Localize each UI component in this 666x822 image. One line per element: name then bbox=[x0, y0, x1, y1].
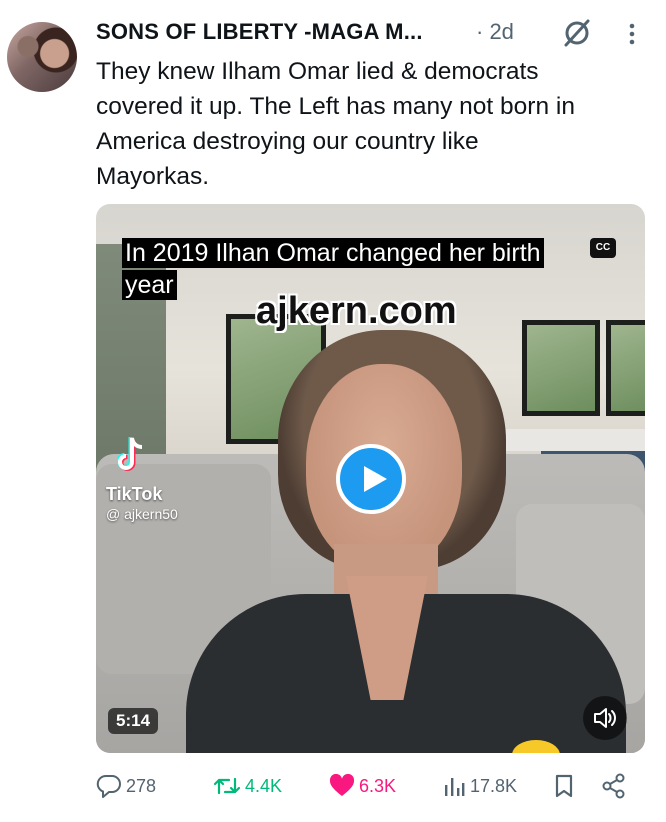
share-button[interactable] bbox=[601, 768, 627, 804]
more-icon[interactable] bbox=[621, 21, 643, 47]
scene-window bbox=[606, 320, 645, 416]
repost-icon bbox=[213, 777, 241, 795]
timestamp[interactable]: · 2d bbox=[476, 19, 514, 45]
mute-button[interactable] bbox=[583, 696, 627, 740]
reply-button[interactable]: 278 bbox=[96, 768, 156, 804]
reply-count: 278 bbox=[126, 775, 157, 796]
video-caption: In 2019 Ilhan Omar changed her birth bbox=[122, 238, 544, 268]
like-count: 6.3K bbox=[359, 775, 397, 796]
video-caption: year bbox=[122, 270, 177, 300]
views-count: 17.8K bbox=[470, 775, 518, 796]
tiktok-logo bbox=[118, 437, 143, 471]
tiktok-name: TikTok bbox=[106, 484, 163, 504]
scene-window bbox=[522, 320, 600, 416]
reply-icon bbox=[96, 774, 121, 798]
mute-icon bbox=[594, 708, 616, 728]
video-player[interactable]: In 2019 Ilhan Omar changed her birth yea… bbox=[96, 204, 645, 753]
tiktok-handle: @ ajkern50 bbox=[106, 506, 178, 522]
repost-count: 4.4K bbox=[245, 775, 283, 796]
like-button[interactable]: 6.3K bbox=[329, 768, 396, 804]
cc-icon[interactable]: CC bbox=[590, 238, 616, 258]
grok-icon[interactable] bbox=[561, 17, 593, 49]
action-bar: 278 4.4K 6.3K 17.8K bbox=[96, 768, 641, 804]
author-name[interactable]: SONS OF LIBERTY -MAGA M... bbox=[96, 19, 423, 45]
share-icon bbox=[602, 773, 625, 799]
bookmark-icon bbox=[555, 774, 573, 798]
views-button[interactable]: 17.8K bbox=[442, 768, 517, 804]
tweet-header: SONS OF LIBERTY -MAGA M... · 2d bbox=[96, 17, 666, 49]
play-button[interactable] bbox=[336, 444, 406, 514]
views-icon bbox=[445, 778, 465, 796]
bookmark-button[interactable] bbox=[552, 768, 576, 804]
play-icon bbox=[364, 466, 387, 492]
avatar[interactable] bbox=[7, 22, 77, 92]
video-watermark: ajkern.com bbox=[256, 290, 457, 332]
heart-icon bbox=[329, 774, 355, 796]
tweet-text: They knew Ilham Omar lied & democrats co… bbox=[96, 58, 575, 190]
video-duration: 5:14 bbox=[108, 708, 159, 734]
repost-button[interactable]: 4.4K bbox=[213, 768, 282, 804]
scene-counter bbox=[491, 429, 645, 451]
